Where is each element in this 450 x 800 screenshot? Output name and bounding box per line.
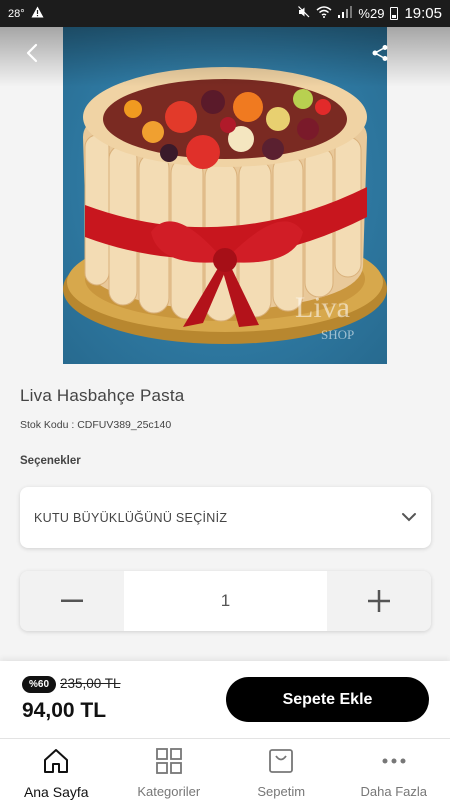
select-placeholder: KUTU BÜYÜKLÜĞÜNÜ SEÇİNİZ [34, 510, 228, 525]
nav-item-more[interactable]: Daha Fazla [338, 739, 450, 800]
chevron-left-icon [26, 43, 38, 63]
discount-badge: %60 [22, 676, 57, 693]
nav-item-cart[interactable]: Sepetim [225, 739, 338, 800]
status-bar: 28° %29 19:05 [0, 0, 450, 27]
stock-code: Stok Kodu : CDFUV389_25c140 [20, 419, 172, 431]
warning-icon [31, 6, 44, 21]
nav-item-categories[interactable]: Kategoriler [113, 739, 226, 800]
add-to-cart-button[interactable]: Sepete Ekle [226, 677, 429, 722]
share-icon [372, 45, 388, 61]
battery-percent: %29 [358, 6, 385, 21]
signal-icon [338, 6, 353, 21]
mute-icon [298, 6, 310, 21]
chevron-down-icon [401, 509, 417, 527]
plus-icon [368, 590, 390, 612]
wifi-icon [316, 6, 332, 21]
quantity-value[interactable]: 1 [124, 571, 327, 631]
status-temperature: 28° [8, 7, 25, 20]
status-time: 19:05 [404, 5, 442, 22]
increase-quantity-button[interactable] [327, 571, 431, 631]
product-hero: Liva SHOP [0, 27, 450, 364]
nav-label-home: Ana Sayfa [23, 784, 89, 800]
old-price: 235,00 TL [60, 676, 121, 691]
nav-item-home[interactable]: Ana Sayfa [0, 739, 113, 800]
nav-label-cart: Sepetim [257, 784, 306, 799]
basket-icon [266, 746, 296, 776]
svg-text:SHOP: SHOP [321, 327, 354, 342]
watermark-logo: Liva [295, 291, 350, 324]
product-title: Liva Hasbahçe Pasta [20, 386, 185, 405]
quantity-stepper: 1 [20, 571, 431, 631]
home-icon [41, 746, 71, 776]
current-price: 94,00 TL [22, 699, 107, 722]
purchase-bar: %60 235,00 TL 94,00 TL Sepete Ekle [0, 661, 450, 738]
battery-icon [390, 7, 399, 20]
minus-icon [61, 599, 83, 602]
options-label: Seçenekler [20, 455, 81, 467]
share-button[interactable] [366, 39, 394, 67]
box-size-select[interactable]: KUTU BÜYÜKLÜĞÜNÜ SEÇİNİZ [20, 487, 431, 548]
back-button[interactable] [18, 39, 46, 67]
more-icon [379, 746, 409, 776]
bottom-navigation: Ana Sayfa Kategoriler Sepetim Daha Fazla [0, 738, 450, 800]
grid-icon [154, 746, 184, 776]
nav-label-more: Daha Fazla [360, 784, 427, 799]
decrease-quantity-button[interactable] [20, 571, 124, 631]
nav-label-categories: Kategoriler [137, 784, 201, 799]
